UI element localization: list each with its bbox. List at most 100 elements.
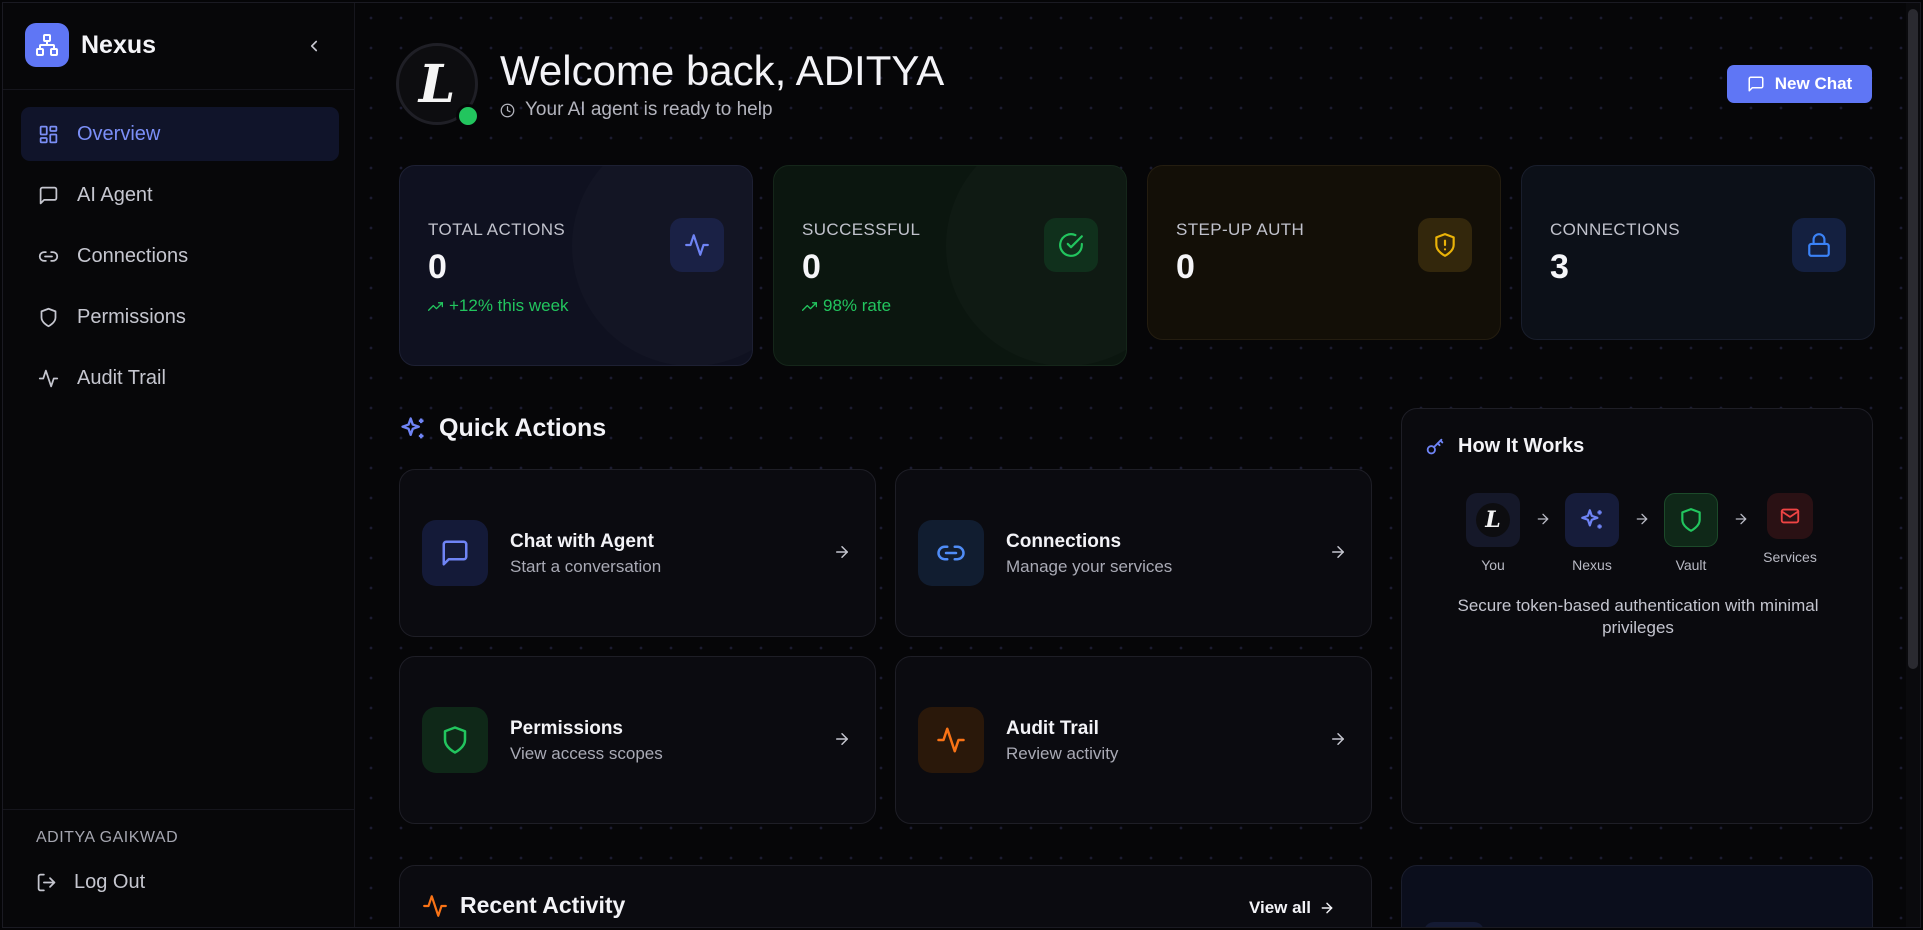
quick-action-chat-with-agent[interactable]: Chat with Agent Start a conversation — [399, 469, 876, 637]
mail-icon — [1767, 493, 1813, 539]
arrow-right-icon — [1329, 730, 1347, 748]
sidebar-item-label: AI Agent — [77, 183, 153, 206]
how-it-works-description: Secure token-based authentication with m… — [1457, 596, 1819, 637]
quick-action-connections[interactable]: Connections Manage your services — [895, 469, 1372, 637]
sidebar-item-overview[interactable]: Overview — [21, 107, 339, 161]
brand-name: Nexus — [81, 30, 157, 59]
message-square-icon — [37, 184, 59, 206]
sidebar-nav: Overview AI Agent Connections Permission… — [21, 107, 339, 412]
flow-label: Nexus — [1572, 557, 1612, 573]
message-square-icon — [1747, 75, 1765, 93]
arrow-right-icon — [1733, 511, 1749, 527]
activity-icon — [670, 218, 724, 272]
how-it-works-card: How It Works L You Nexus Vault Services … — [1401, 408, 1873, 824]
divider — [3, 809, 355, 810]
app-window: Nexus Overview AI Agent Connections Perm… — [2, 2, 1921, 928]
card-glow — [946, 166, 1126, 365]
divider — [3, 89, 355, 90]
action-subtitle: Start a conversation — [510, 557, 662, 576]
activity-icon — [37, 367, 59, 389]
action-subtitle: Manage your services — [1006, 557, 1173, 576]
check-circle-icon — [1044, 218, 1098, 272]
flow-step-services: Services — [1755, 493, 1825, 565]
avatar: L — [1466, 493, 1520, 547]
arrow-right-icon — [1329, 543, 1347, 561]
activity-icon — [422, 893, 448, 919]
action-subtitle: Review activity — [1006, 744, 1119, 763]
sidebar-item-ai-agent[interactable]: AI Agent — [21, 168, 339, 222]
flow-step-vault: Vault — [1656, 493, 1726, 573]
action-title: Audit Trail — [1006, 718, 1099, 739]
how-it-works-heading: How It Works — [1424, 435, 1584, 458]
logout-button[interactable]: Log Out — [36, 871, 145, 894]
scrollbar-thumb[interactable] — [1908, 9, 1918, 669]
page-title: Welcome back, ADITYA — [500, 47, 945, 94]
flow-step-nexus: Nexus — [1557, 493, 1627, 573]
link-icon — [918, 520, 984, 586]
main-content: L Welcome back, ADITYA Your AI agent is … — [356, 3, 1920, 927]
action-title: Permissions — [510, 718, 623, 739]
shield-alert-icon — [1418, 218, 1472, 272]
new-chat-label: New Chat — [1774, 74, 1853, 93]
log-out-icon — [36, 872, 58, 894]
online-status-indicator — [456, 104, 480, 128]
sidebar-item-label: Overview — [77, 122, 161, 145]
stat-trend: 98% rate — [802, 296, 891, 316]
arrow-right-icon — [1634, 511, 1650, 527]
stat-trend: +12% this week — [428, 296, 569, 316]
stat-label: CONNECTIONS — [1550, 220, 1681, 239]
activity-icon — [918, 707, 984, 773]
heading-text: Quick Actions — [439, 414, 607, 442]
sparkles-icon — [1565, 493, 1619, 547]
page-subtitle: Your AI agent is ready to help — [500, 99, 773, 121]
action-subtitle: View access scopes — [510, 744, 663, 763]
chevron-left-icon[interactable] — [303, 35, 325, 57]
key-icon — [1424, 436, 1446, 458]
avatar-letter: L — [418, 53, 456, 115]
recent-activity-heading: Recent Activity — [422, 892, 625, 919]
arrow-right-icon — [833, 543, 851, 561]
arrow-right-icon — [1535, 511, 1551, 527]
sidebar-item-label: Permissions — [77, 305, 186, 328]
stat-trend-text: +12% this week — [449, 296, 569, 315]
lock-icon — [1792, 218, 1846, 272]
card-icon-chip — [1424, 922, 1484, 927]
sparkles-icon — [399, 415, 427, 443]
layout-grid-icon — [37, 123, 59, 145]
quick-action-audit-trail[interactable]: Audit Trail Review activity — [895, 656, 1372, 824]
sidebar-item-audit-trail[interactable]: Audit Trail — [21, 351, 339, 405]
shield-icon — [37, 306, 59, 328]
brand[interactable]: Nexus — [25, 23, 156, 67]
new-chat-button[interactable]: New Chat — [1727, 65, 1872, 103]
sidebar-item-connections[interactable]: Connections — [21, 229, 339, 283]
flow-label: Vault — [1675, 557, 1707, 573]
quick-action-permissions[interactable]: Permissions View access scopes — [399, 656, 876, 824]
view-all-label: View all — [1248, 898, 1311, 917]
arrow-right-icon — [833, 730, 851, 748]
user-name: ADITYA GAIKWAD — [36, 829, 179, 846]
stat-label: STEP-UP AUTH — [1176, 220, 1305, 239]
view-all-link[interactable]: View all — [1249, 898, 1335, 918]
sidebar: Nexus Overview AI Agent Connections Perm… — [3, 3, 355, 927]
sidebar-item-label: Audit Trail — [77, 366, 166, 389]
stat-value: 0 — [802, 248, 821, 286]
stat-value: 0 — [428, 248, 447, 286]
link-icon — [37, 245, 59, 267]
stat-value: 3 — [1550, 248, 1569, 286]
trending-up-icon — [802, 299, 817, 314]
flow-label: You — [1481, 557, 1505, 573]
heading-text: Recent Activity — [460, 892, 626, 918]
action-title: Chat with Agent — [510, 531, 654, 552]
subtitle-text: Your AI agent is ready to help — [525, 99, 773, 120]
flow-label: Services — [1763, 549, 1817, 565]
shield-icon — [1664, 493, 1718, 547]
stat-label: TOTAL ACTIONS — [428, 220, 566, 239]
stat-card-step-up-auth: STEP-UP AUTH 0 — [1147, 165, 1501, 340]
stat-value: 0 — [1176, 248, 1195, 286]
clock-icon — [500, 103, 515, 118]
scrollbar[interactable] — [1906, 3, 1920, 927]
sidebar-item-permissions[interactable]: Permissions — [21, 290, 339, 344]
recent-activity-card: Recent Activity View all — [399, 865, 1372, 927]
network-icon — [25, 23, 69, 67]
sidebar-item-label: Connections — [77, 244, 189, 267]
